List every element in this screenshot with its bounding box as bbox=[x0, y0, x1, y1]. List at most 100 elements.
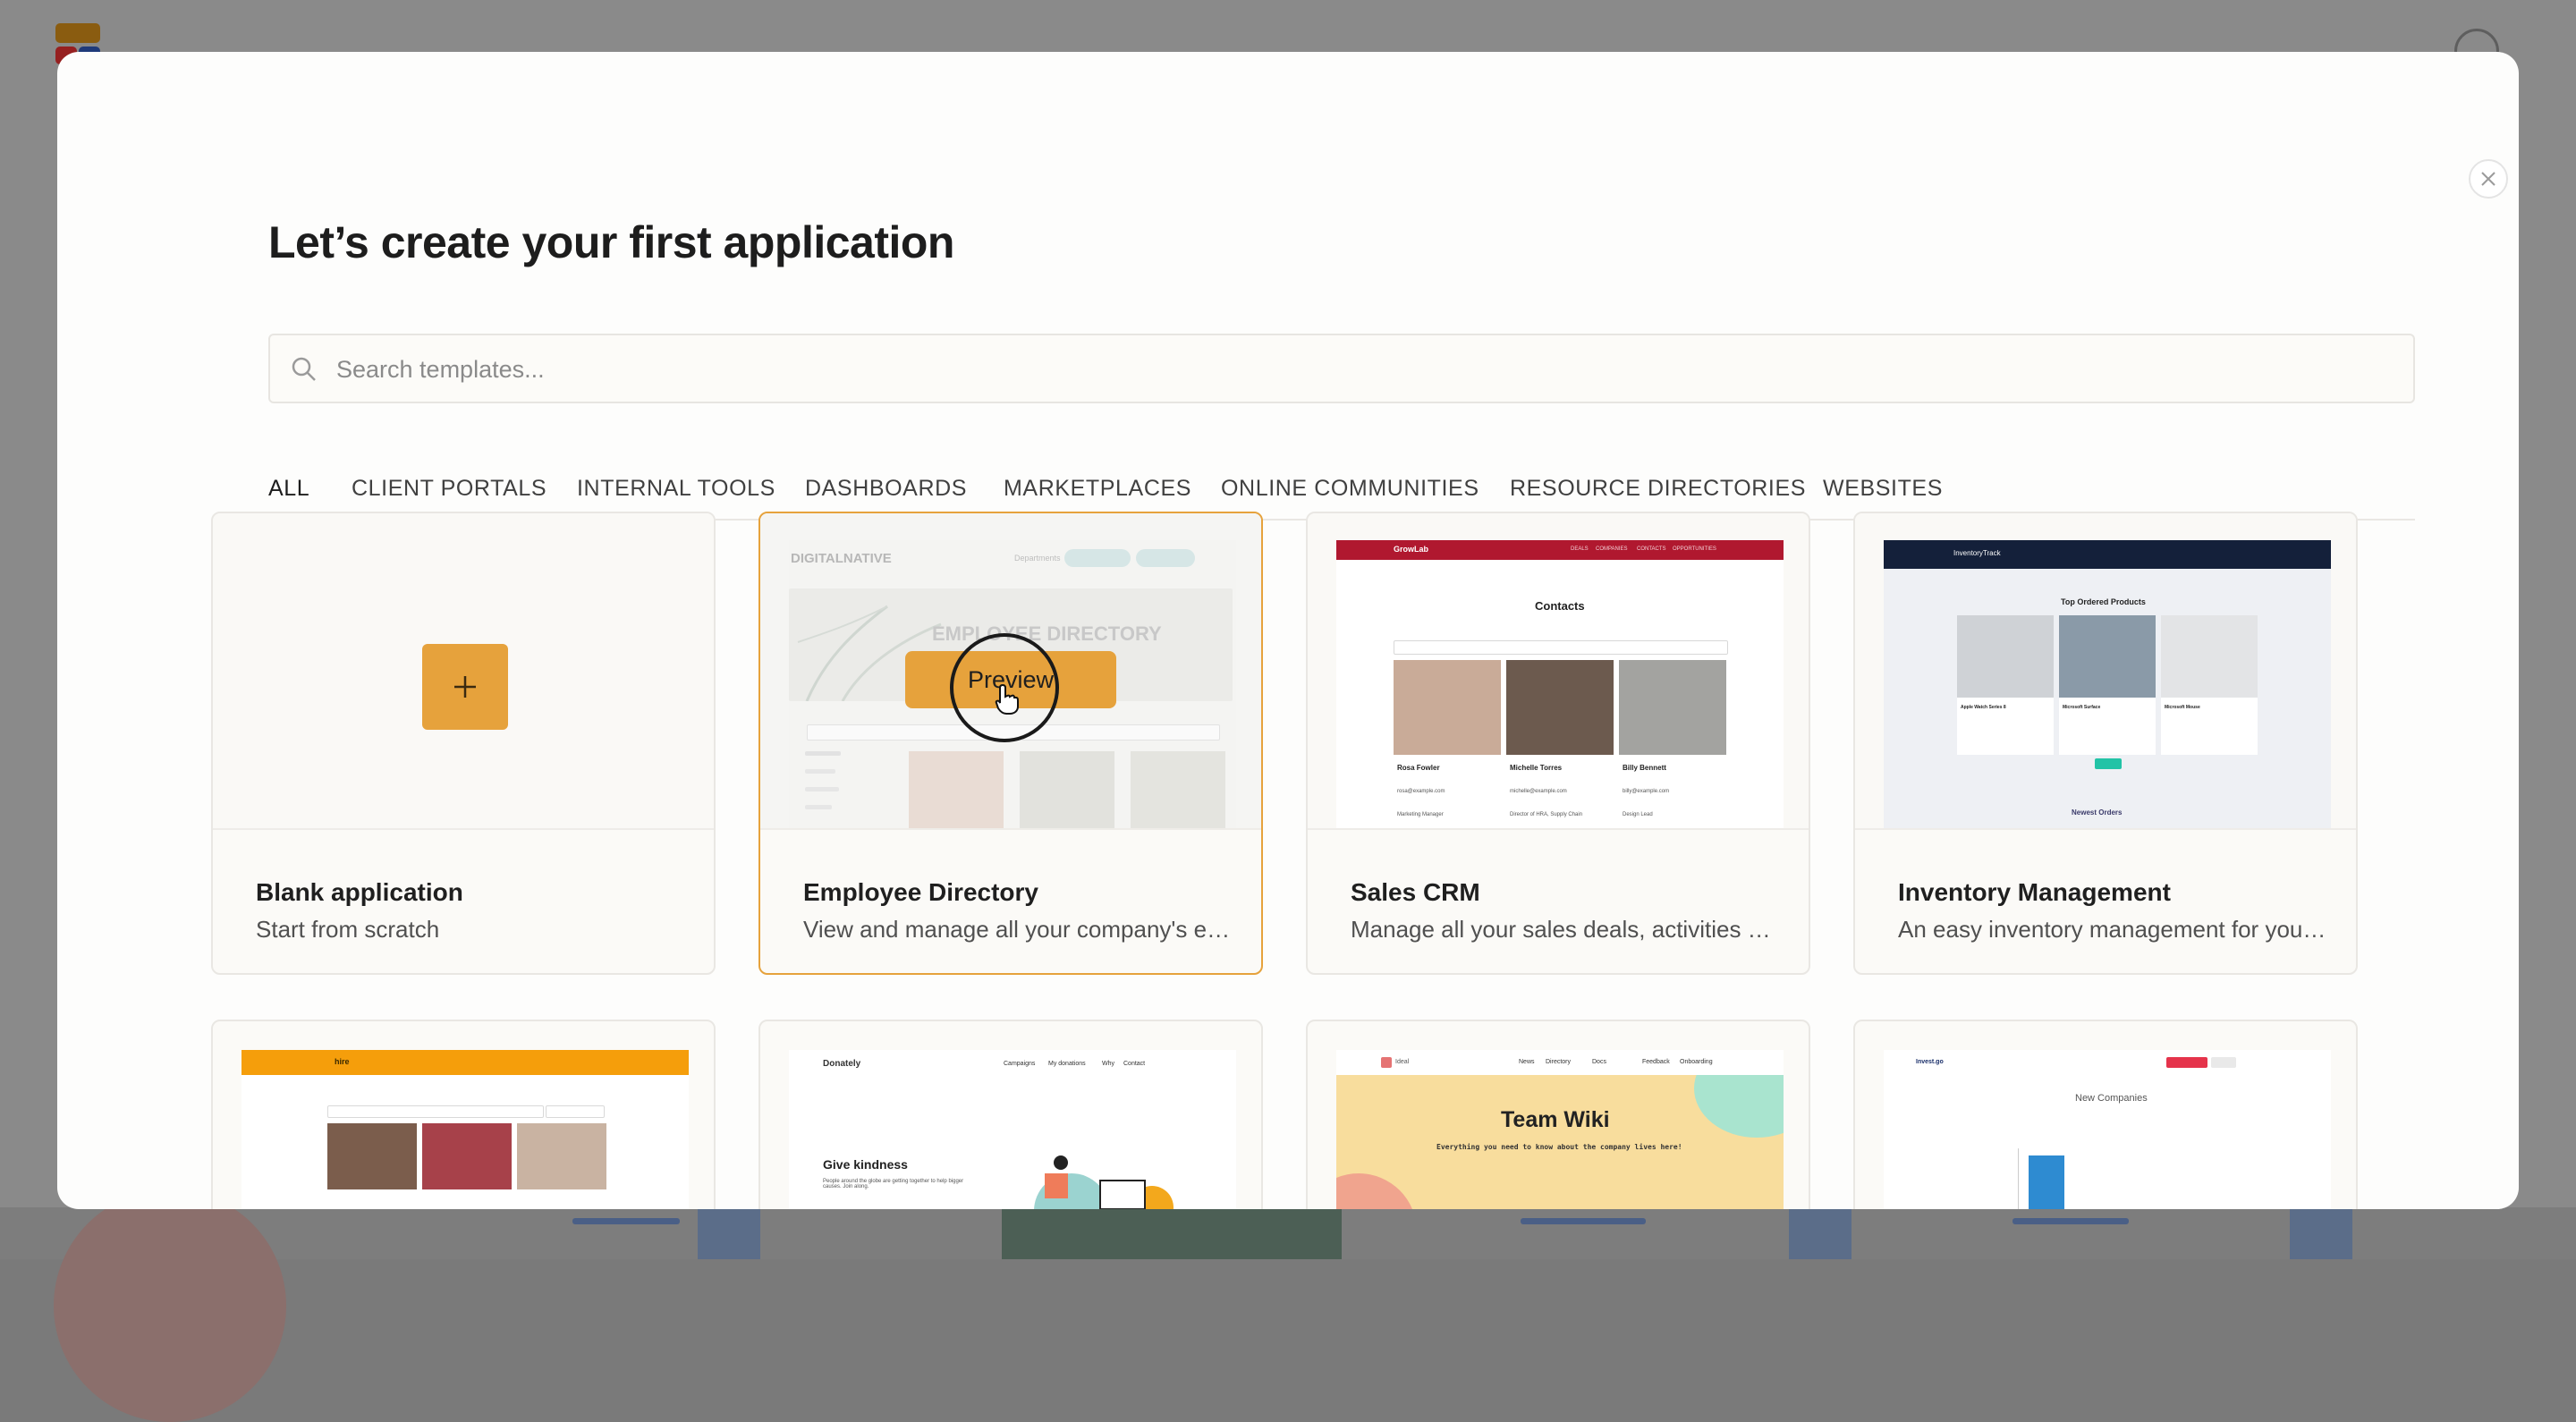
backdrop-image bbox=[1002, 1209, 1342, 1259]
template-name: Inventory Management bbox=[1898, 878, 2171, 906]
thumb-heading: Top Ordered Products bbox=[2061, 597, 2146, 606]
thumb-subtext: Everything you need to know about the co… bbox=[1436, 1143, 1682, 1151]
thumb-filter bbox=[805, 805, 832, 809]
thumb-nav-item: Directory bbox=[1546, 1059, 1572, 1065]
search-box[interactable] bbox=[268, 334, 2415, 403]
product-image bbox=[2161, 615, 2258, 698]
product-name: Microsoft Mouse bbox=[2165, 705, 2200, 710]
employee-photo bbox=[1020, 751, 1114, 828]
candidate-photo bbox=[517, 1123, 606, 1189]
thumb-heading: Contacts bbox=[1535, 599, 1585, 613]
template-card-hire[interactable]: hire bbox=[211, 1020, 716, 1209]
backdrop-line bbox=[2012, 1218, 2129, 1224]
thumb-nav-item: COMPANIES bbox=[1596, 546, 1628, 552]
thumb-nav-item: Feedback bbox=[1642, 1059, 1670, 1065]
thumb-nav-item: Campaigns bbox=[1004, 1061, 1036, 1067]
template-thumbnail: DIGITALNATIVE Departments EMPLOYEE DIREC… bbox=[760, 513, 1261, 830]
thumb-subtext: People around the globe are getting toge… bbox=[823, 1179, 964, 1189]
thumb-button bbox=[1064, 549, 1131, 567]
contact-photo bbox=[1506, 660, 1614, 755]
template-description: An easy inventory management for your bu… bbox=[1898, 916, 2327, 943]
thumb-brand: Invest.go bbox=[1916, 1059, 1944, 1065]
thumb-nav-item: My donations bbox=[1048, 1061, 1086, 1067]
donation-illustration bbox=[1034, 1155, 1174, 1209]
thumb-nav-item: News bbox=[1519, 1059, 1535, 1065]
thumb-brand: DIGITALNATIVE bbox=[791, 551, 892, 566]
hire-navbar bbox=[242, 1050, 689, 1075]
create-application-modal: Let’s create your first application ALL … bbox=[57, 52, 2519, 1209]
backdrop-line bbox=[1521, 1218, 1646, 1224]
backdrop-image-icon bbox=[2290, 1209, 2352, 1259]
template-description: View and manage all your company's emplo… bbox=[803, 916, 1233, 943]
contact-title: Design Lead bbox=[1623, 812, 1653, 817]
thumb-filter bbox=[805, 751, 841, 756]
search-input[interactable] bbox=[335, 335, 2395, 403]
contact-title: Marketing Manager bbox=[1397, 812, 1444, 817]
template-card-invest[interactable]: Invest.go New Companies bbox=[1853, 1020, 2358, 1209]
template-card-employee-directory[interactable]: DIGITALNATIVE Departments EMPLOYEE DIREC… bbox=[758, 512, 1263, 975]
template-name: Sales CRM bbox=[1351, 878, 1480, 906]
template-description: Manage all your sales deals, activities … bbox=[1351, 916, 1780, 943]
template-card-blank[interactable]: Blank application Start from scratch bbox=[211, 512, 716, 975]
thumb-heading: Team Wiki bbox=[1501, 1107, 1610, 1132]
thumb-button bbox=[2211, 1057, 2236, 1068]
thumb-brand: InventoryTrack bbox=[1953, 549, 2001, 557]
thumb-nav-item: OPPORTUNITIES bbox=[1673, 546, 1716, 552]
thumb-nav-item: Onboarding bbox=[1680, 1059, 1713, 1065]
product-image bbox=[2059, 615, 2156, 698]
template-card-inventory-management[interactable]: InventoryTrack Top Ordered Products Appl… bbox=[1853, 512, 2358, 975]
template-thumbnail: GrowLab DEALS COMPANIES CONTACTS OPPORTU… bbox=[1308, 513, 1809, 830]
backdrop-shape bbox=[54, 1189, 286, 1422]
product-name: Microsoft Surface bbox=[2063, 705, 2101, 710]
employee-photo bbox=[909, 751, 1004, 828]
thumb-search bbox=[1394, 640, 1728, 655]
template-name: Blank application bbox=[256, 878, 463, 906]
inventory-navbar bbox=[1884, 540, 2331, 569]
thumb-heading: Give kindness bbox=[823, 1157, 908, 1172]
thumb-button bbox=[2166, 1057, 2207, 1068]
thumb-nav: Departments bbox=[1014, 554, 1061, 563]
plus-icon bbox=[454, 676, 476, 698]
template-thumbnail: InventoryTrack Top Ordered Products Appl… bbox=[1855, 513, 2356, 830]
template-thumbnail bbox=[213, 513, 714, 830]
thumb-nav-item: Contact bbox=[1123, 1061, 1146, 1067]
template-card-sales-crm[interactable]: GrowLab DEALS COMPANIES CONTACTS OPPORTU… bbox=[1306, 512, 1810, 975]
contact-photo bbox=[1619, 660, 1726, 755]
thumb-nav-item: Docs bbox=[1592, 1059, 1606, 1065]
close-button[interactable] bbox=[2469, 159, 2508, 199]
thumb-brand: hire bbox=[335, 1057, 350, 1066]
thumb-nav-item: DEALS bbox=[1571, 546, 1589, 552]
contact-name: Billy Bennett bbox=[1623, 764, 1666, 772]
contact-email: billy@example.com bbox=[1623, 789, 1670, 794]
close-icon bbox=[2481, 172, 2496, 186]
product-image bbox=[1957, 615, 2054, 698]
contact-title: Director of HRA, Supply Chain bbox=[1510, 812, 1583, 817]
thumb-brand: Donately bbox=[823, 1059, 861, 1069]
backdrop-image-icon bbox=[1789, 1209, 1852, 1259]
template-card-donately[interactable]: Donately Campaigns My donations Why Cont… bbox=[758, 1020, 1263, 1209]
add-blank-button[interactable] bbox=[422, 644, 508, 730]
thumb-logo bbox=[1381, 1057, 1392, 1068]
thumb-heading: EMPLOYEE DIRECTORY bbox=[932, 622, 1162, 645]
thumb-nav-item: Why bbox=[1102, 1061, 1114, 1067]
thumb-search bbox=[327, 1105, 544, 1118]
thumb-filter bbox=[805, 769, 835, 774]
contact-name: Michelle Torres bbox=[1510, 764, 1563, 772]
template-card-team-wiki[interactable]: Ideal News Directory Docs Feedback Onboa… bbox=[1306, 1020, 1810, 1209]
template-description: Start from scratch bbox=[256, 916, 440, 943]
hand-cursor-icon bbox=[995, 683, 1019, 715]
search-icon bbox=[292, 357, 316, 381]
thumb-brand: GrowLab bbox=[1394, 545, 1429, 554]
contact-email: michelle@example.com bbox=[1510, 789, 1567, 794]
contact-name: Rosa Fowler bbox=[1397, 764, 1440, 772]
wiki-hero bbox=[1336, 1075, 1784, 1209]
chart-axis bbox=[2018, 1148, 2019, 1209]
product-name: Apple Watch Series 8 bbox=[1961, 705, 2006, 710]
backdrop-line bbox=[572, 1218, 680, 1224]
thumb-nav-item: CONTACTS bbox=[1637, 546, 1666, 552]
thumb-brand: Ideal bbox=[1395, 1059, 1410, 1065]
candidate-photo bbox=[327, 1123, 417, 1189]
template-name: Employee Directory bbox=[803, 878, 1038, 906]
contact-photo bbox=[1394, 660, 1501, 755]
page-title: Let’s create your first application bbox=[268, 217, 954, 267]
